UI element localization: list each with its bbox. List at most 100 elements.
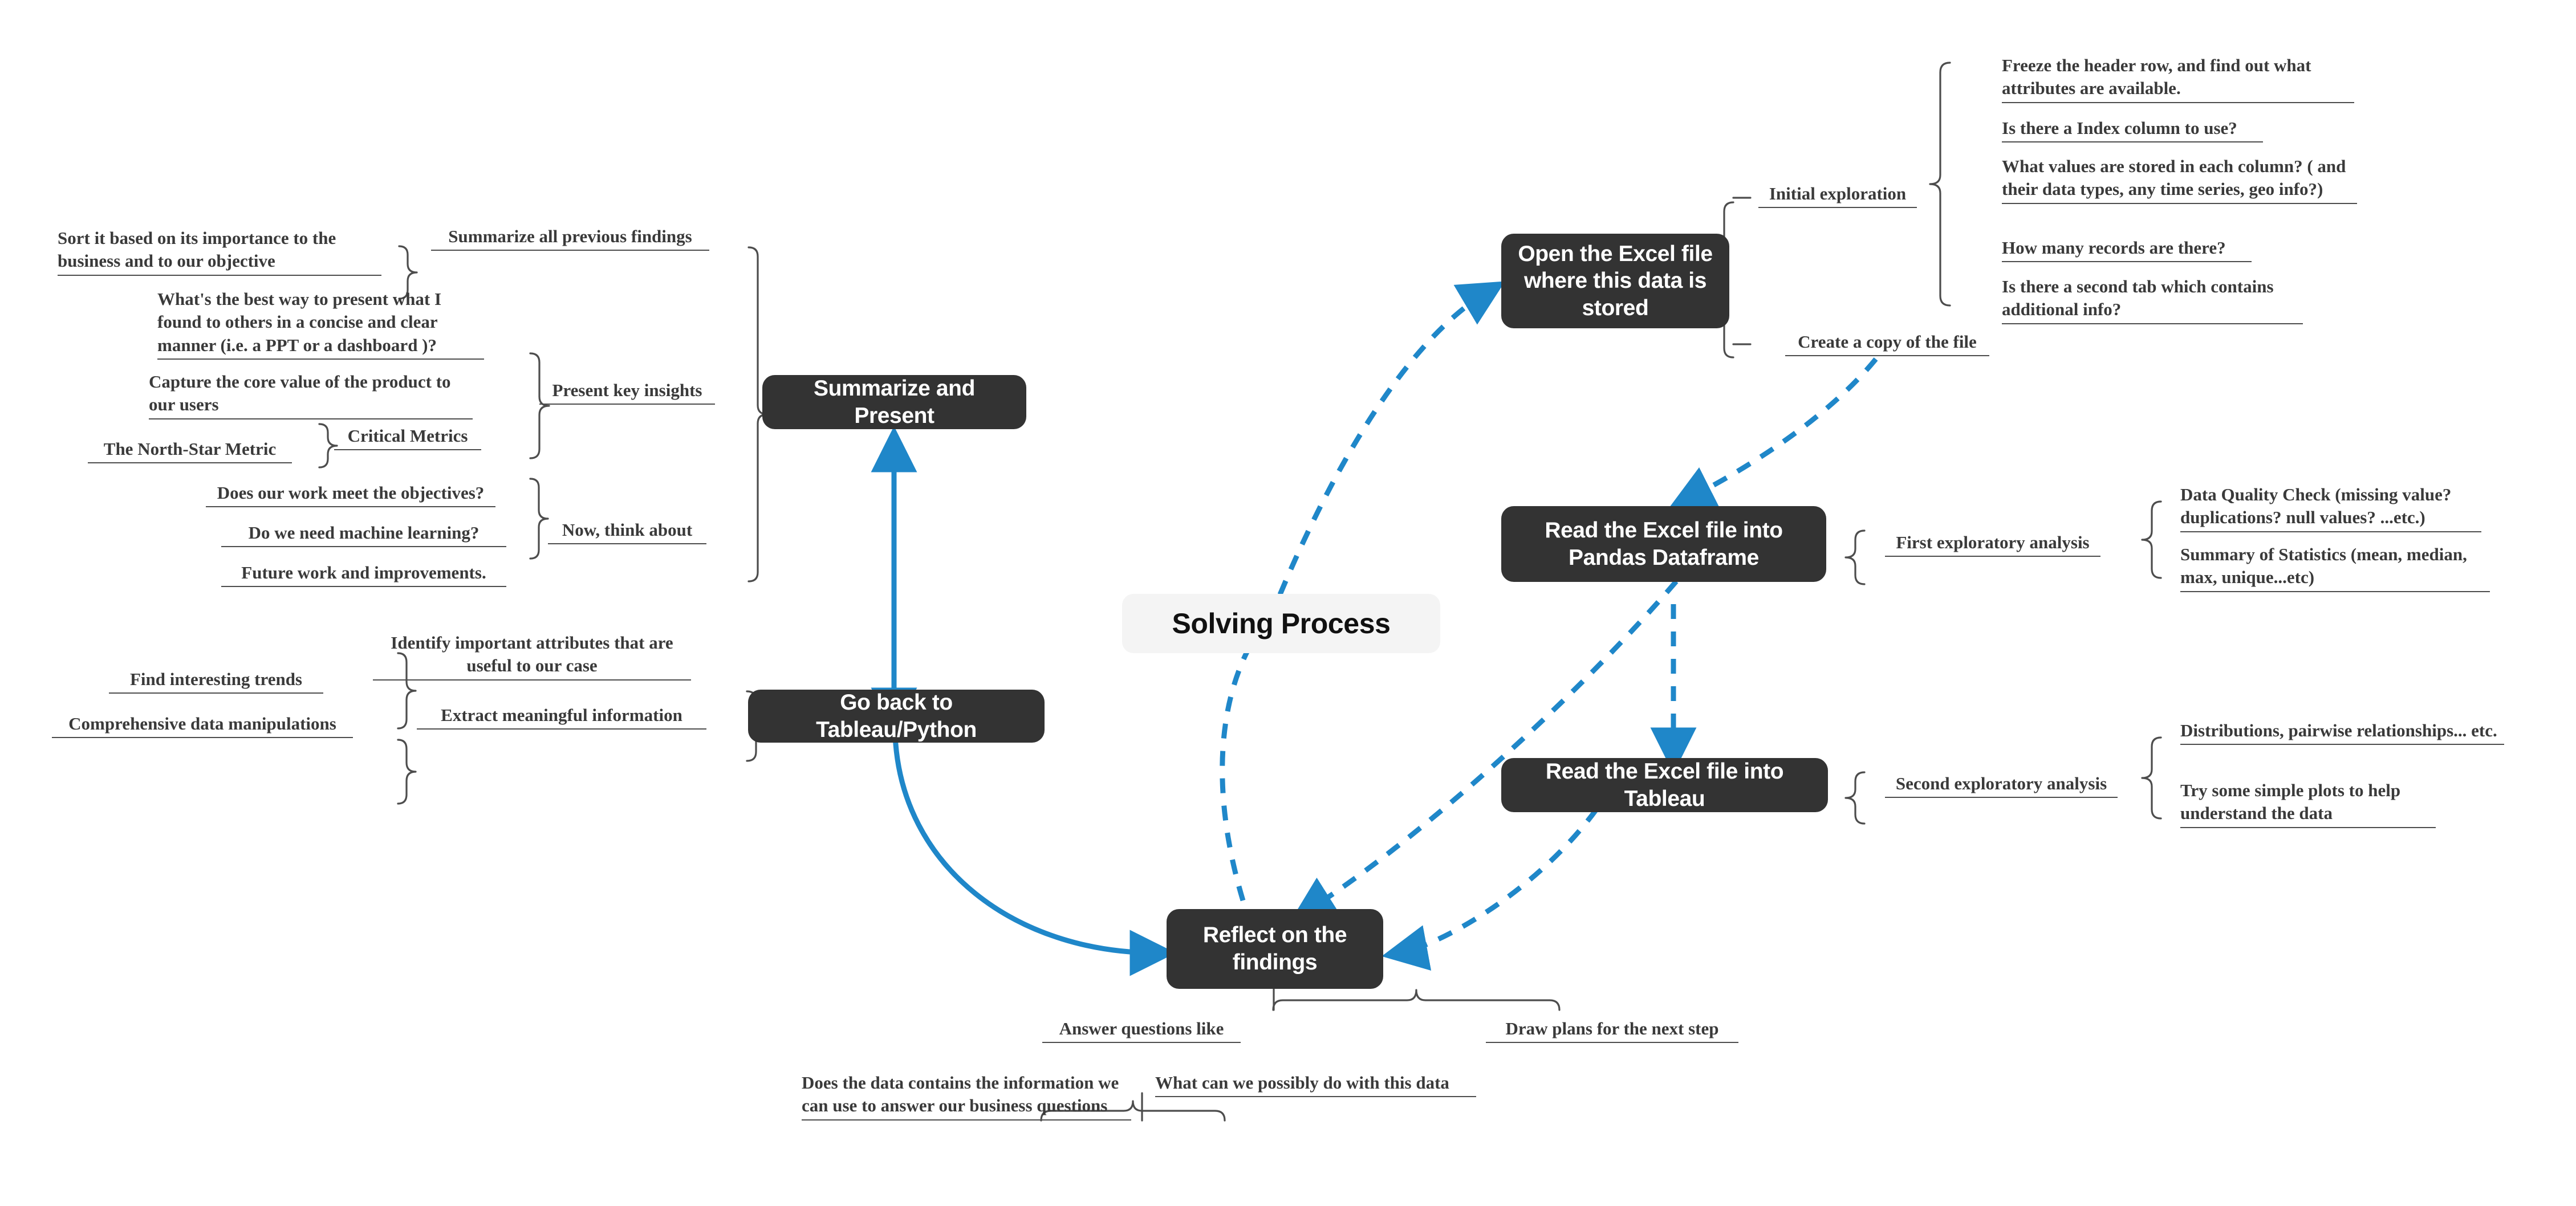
leaf-what-values-stored[interactable]: What values are stored in each column? (… [1998, 155, 2360, 206]
topic-text: Do we need machine learning? [248, 523, 480, 543]
underline [2180, 590, 2490, 592]
topic-first-exploratory-analysis[interactable]: First exploratory analysis [1882, 531, 2104, 559]
leaf-distributions-pairwise[interactable]: Distributions, pairwise relationships...… [2177, 719, 2508, 747]
topic-text: Data Quality Check (missing value? dupli… [2180, 484, 2452, 528]
leaf-data-quality-check[interactable]: Data Quality Check (missing value? dupli… [2177, 483, 2485, 535]
underline [58, 274, 381, 276]
underline [52, 737, 353, 739]
topic-text: What can we possibly do with this data [1155, 1073, 1449, 1093]
underline [373, 679, 691, 681]
node-go-back-tableau-python[interactable]: Go back to Tableau/Python [748, 690, 1045, 743]
topic-answer-questions-like[interactable]: Answer questions like [1039, 1017, 1244, 1045]
node-label: Reflect on the findings [1202, 923, 1347, 975]
leaf-how-many-records[interactable]: How many records are there? [1998, 237, 2255, 264]
underline [2180, 531, 2481, 532]
node-solving-process[interactable]: Solving Process [1122, 594, 1440, 653]
topic-text: First exploratory analysis [1896, 532, 2090, 552]
topic-extract-meaningful-information[interactable]: Extract meaningful information [413, 704, 710, 732]
topic-second-exploratory-analysis[interactable]: Second exploratory analysis [1882, 772, 2121, 800]
topic-text: Second exploratory analysis [1895, 773, 2107, 793]
node-label: Summarize and Present [813, 376, 976, 428]
underline [2002, 141, 2263, 143]
topic-text: Summarize all previous findings [448, 226, 692, 246]
topic-text: Answer questions like [1059, 1018, 1224, 1038]
leaf-north-star-metric[interactable]: The North-Star Metric [84, 438, 295, 466]
arrow-reflect-to-center [1220, 637, 1257, 902]
underline [149, 418, 473, 419]
leaf-second-tab[interactable]: Is there a second tab which contains add… [1998, 275, 2306, 327]
topic-text: Comprehensive data manipulations [68, 714, 336, 734]
underline [88, 462, 292, 464]
node-reflect-on-findings[interactable]: Reflect on the findings [1167, 909, 1383, 989]
topic-text: Now, think about [562, 520, 693, 540]
underline [1155, 1096, 1476, 1098]
underline [417, 728, 706, 730]
underline [431, 250, 709, 251]
topic-summarize-all-previous-findings[interactable]: Summarize all previous findings [428, 225, 713, 253]
node-open-excel[interactable]: Open the Excel file where this data is s… [1501, 234, 1729, 328]
underline [206, 506, 495, 508]
topic-text: Draw plans for the next step [1505, 1018, 1719, 1038]
topic-create-a-copy[interactable]: Create a copy of the file [1782, 331, 1993, 358]
underline [2002, 202, 2357, 204]
underline [802, 1119, 1131, 1121]
node-read-pandas[interactable]: Read the Excel file into Pandas Datafram… [1501, 506, 1826, 582]
topic-text: Future work and improvements. [241, 563, 486, 582]
node-read-tableau[interactable]: Read the Excel file into Tableau [1501, 758, 1828, 812]
underline [2180, 826, 2436, 828]
underline [1486, 1042, 1738, 1044]
node-summarize-and-present[interactable]: Summarize and Present [762, 375, 1026, 429]
leaf-summary-of-statistics[interactable]: Summary of Statistics (mean, median, max… [2177, 543, 2493, 594]
topic-text: Freeze the header row, and find out what… [2002, 55, 2311, 99]
topic-now-think-about[interactable]: Now, think about [545, 519, 710, 547]
topic-initial-exploration[interactable]: Initial exploration [1755, 182, 1920, 210]
topic-text: Capture the core value of the product to… [149, 372, 451, 415]
topic-text: Summary of Statistics (mean, median, max… [2180, 544, 2467, 588]
leaf-meet-objectives[interactable]: Does our work meet the objectives? [202, 482, 499, 510]
arrow-tableau-to-reflect [1382, 808, 1599, 971]
topic-comprehensive-data-manipulations[interactable]: Comprehensive data manipulations [48, 712, 356, 740]
leaf-index-column[interactable]: Is there a Index column to use? [1998, 117, 2266, 145]
node-label: Solving Process [1172, 607, 1391, 639]
leaf-freeze-header-row[interactable]: Freeze the header row, and find out what… [1998, 54, 2358, 105]
topic-text: Is there a Index column to use? [2002, 118, 2237, 138]
topic-text: Does our work meet the objectives? [217, 483, 485, 503]
leaf-try-simple-plots[interactable]: Try some simple plots to help understand… [2177, 779, 2439, 830]
topic-text: Distributions, pairwise relationships...… [2180, 720, 2497, 740]
leaf-need-machine-learning[interactable]: Do we need machine learning? [218, 521, 510, 549]
leaf-sort-by-importance[interactable]: Sort it based on its importance to the b… [54, 227, 385, 278]
topic-text: What's the best way to present what I fo… [157, 289, 442, 355]
topic-identify-important-attributes[interactable]: Identify important attributes that are u… [369, 631, 694, 683]
node-label: Go back to Tableau/Python [816, 690, 977, 742]
leaf-future-work[interactable]: Future work and improvements. [218, 561, 510, 589]
topic-text: Present key insights [552, 380, 702, 400]
topic-text: Is there a second tab which contains add… [2002, 276, 2274, 320]
topic-text: The North-Star Metric [103, 439, 277, 459]
underline [1785, 355, 1989, 357]
underline [539, 404, 715, 405]
topic-text: Sort it based on its importance to the b… [58, 228, 336, 271]
node-label: Read the Excel file into Tableau [1545, 759, 1784, 811]
topic-present-key-insights[interactable]: Present key insights [536, 379, 718, 407]
underline [221, 546, 506, 548]
mindmap-canvas: Solving Process Open the Excel file wher… [0, 0, 2576, 1206]
underline [2002, 101, 2354, 103]
topic-text: Create a copy of the file [1798, 332, 1977, 352]
underline [2002, 261, 2252, 263]
arrow-goback-to-reflect [892, 735, 1176, 976]
topic-text: Initial exploration [1769, 184, 1907, 203]
node-label: Read the Excel file into Pandas Datafram… [1545, 518, 1783, 570]
topic-draw-plans-next-step[interactable]: Draw plans for the next step [1482, 1017, 1742, 1045]
leaf-what-can-we-do[interactable]: What can we possibly do with this data [1152, 1071, 1480, 1099]
topic-find-interesting-trends[interactable]: Find interesting trends [105, 668, 327, 696]
underline [157, 358, 484, 360]
underline [221, 586, 506, 588]
underline [334, 449, 481, 451]
leaf-does-data-contain-info[interactable]: Does the data contains the information w… [798, 1071, 1135, 1123]
topic-critical-metrics[interactable]: Critical Metrics [331, 425, 485, 453]
topic-text: Try some simple plots to help understand… [2180, 780, 2401, 824]
topic-text: Does the data contains the information w… [802, 1073, 1119, 1116]
leaf-capture-core-value[interactable]: Capture the core value of the product to… [145, 370, 476, 422]
underline [548, 543, 706, 545]
leaf-best-way-to-present[interactable]: What's the best way to present what I fo… [154, 288, 487, 362]
